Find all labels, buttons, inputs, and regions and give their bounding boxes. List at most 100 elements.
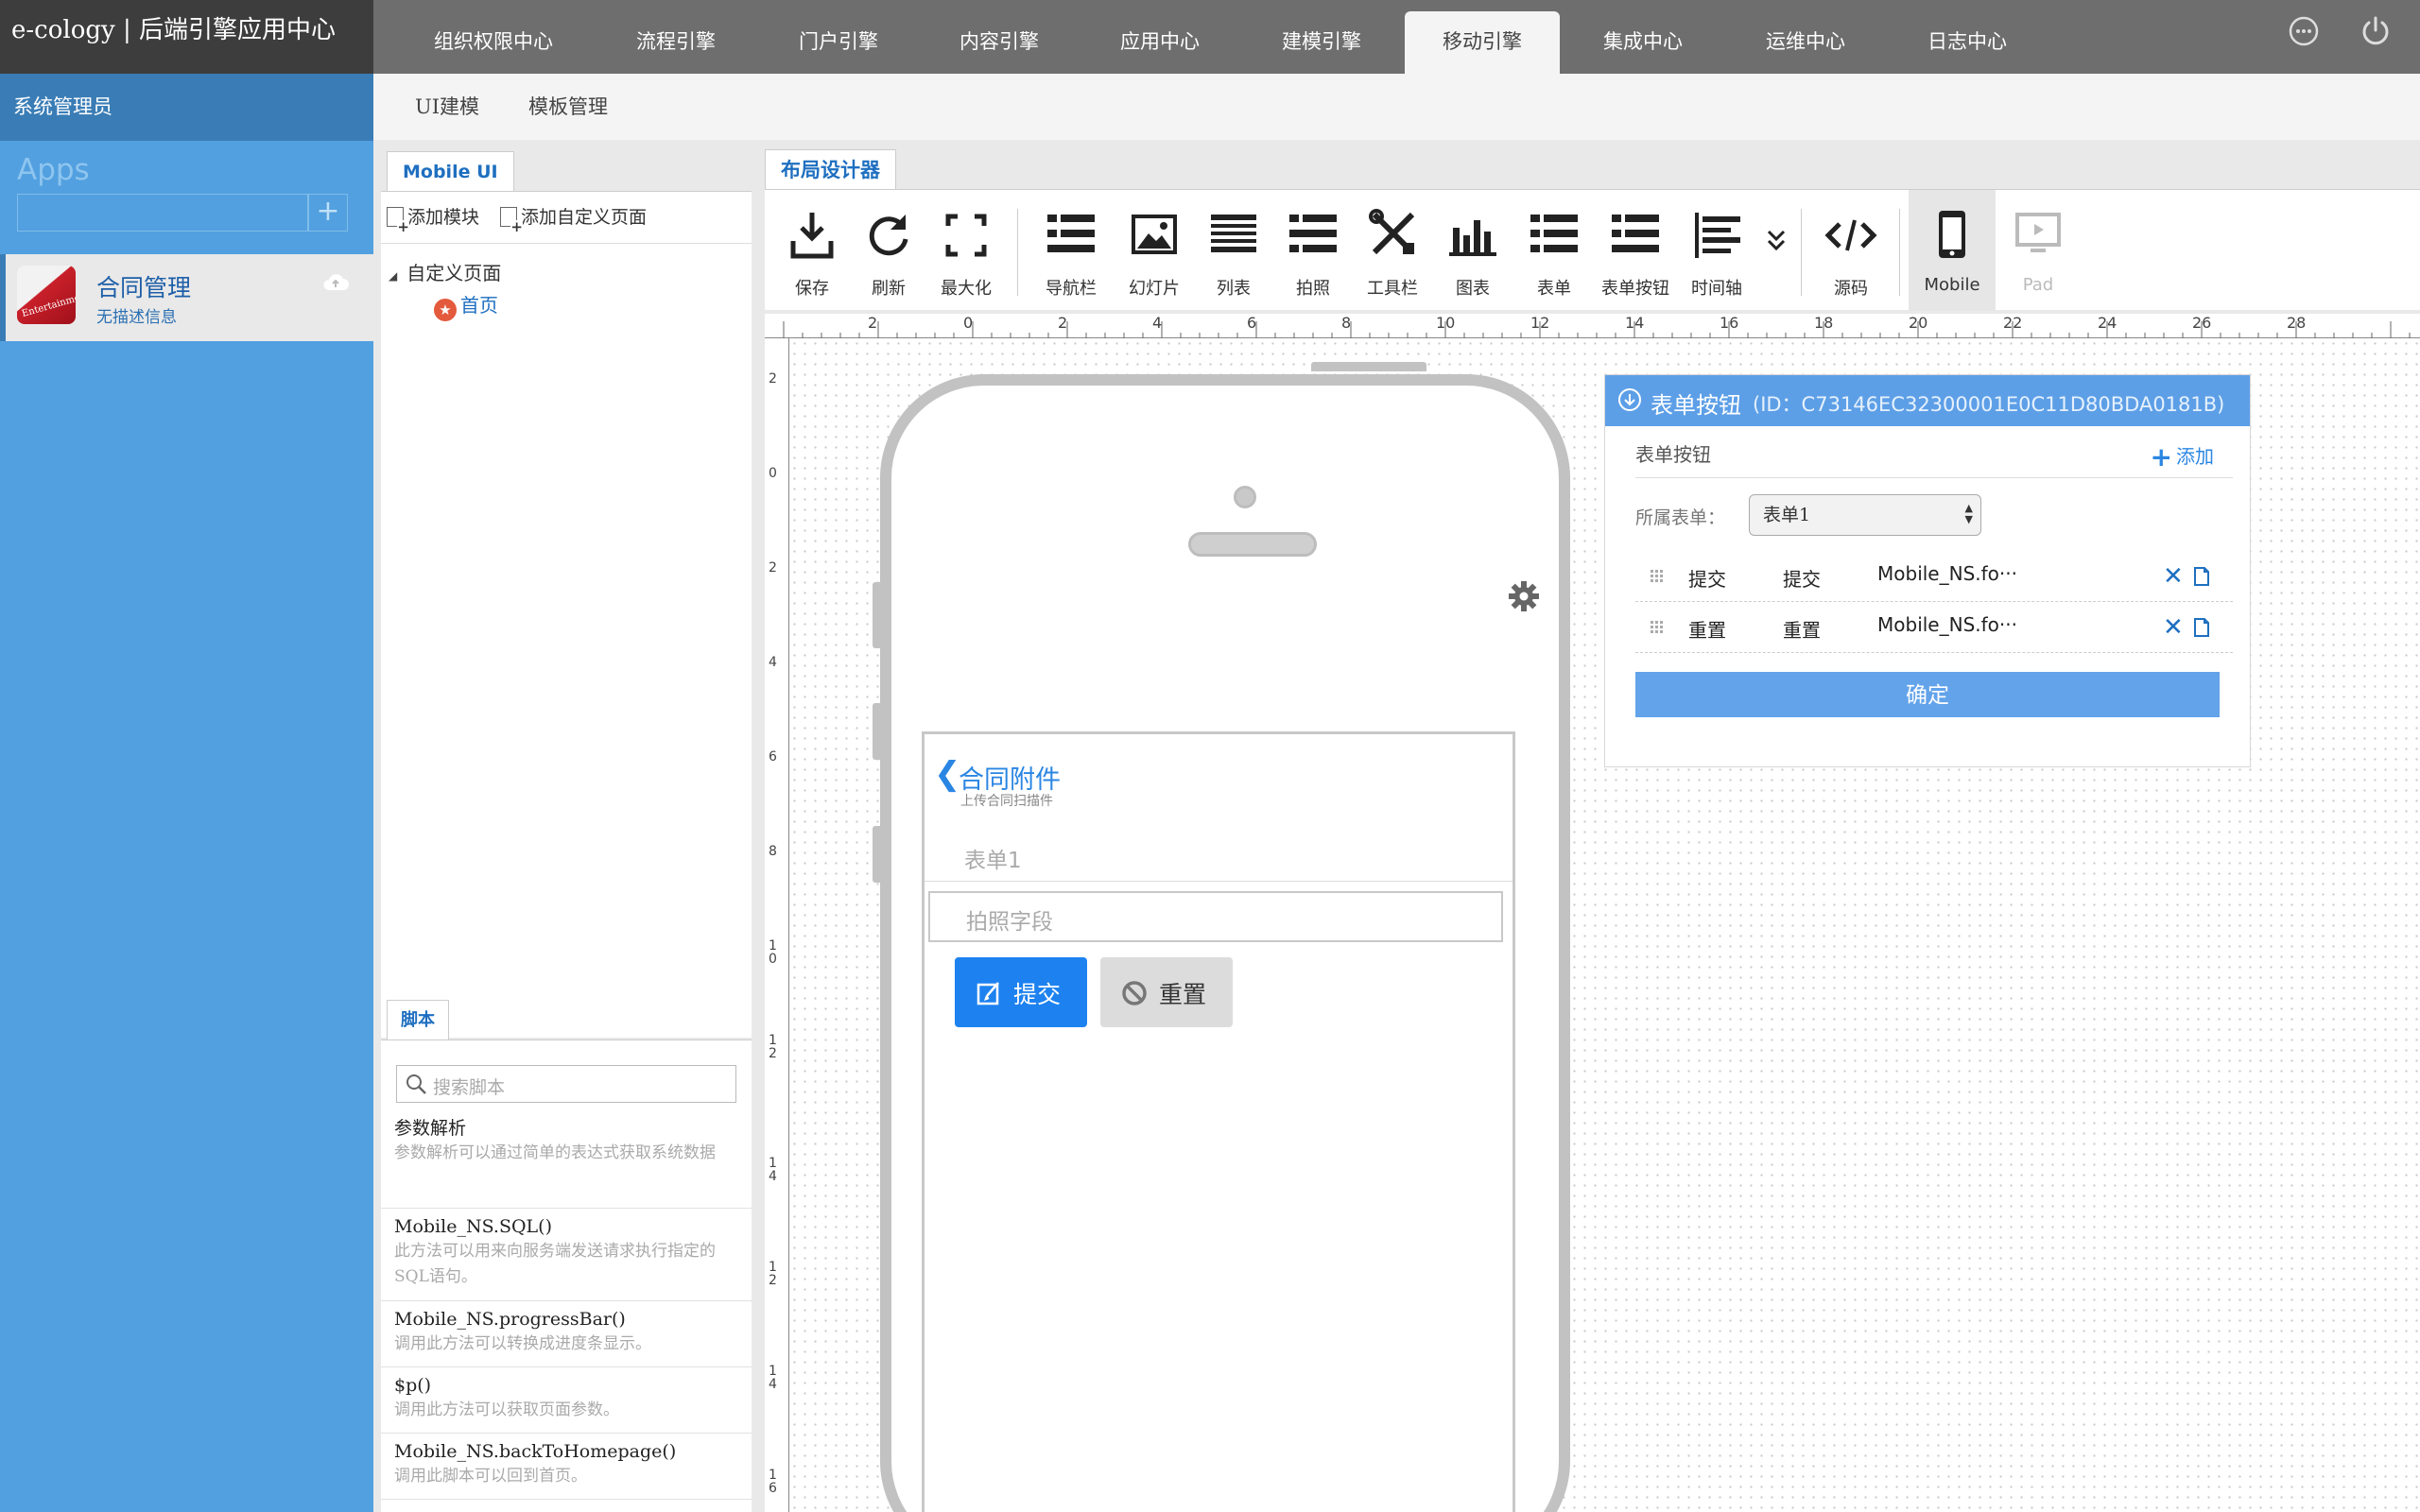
chart-component[interactable]: 图表 — [1432, 190, 1513, 311]
submit-button[interactable]: 提交 — [955, 957, 1087, 1027]
tree-node-home[interactable]: ★ 首页 — [434, 290, 498, 321]
refresh-button[interactable]: 刷新 — [850, 190, 927, 311]
design-canvas[interactable]: ❮ 合同附件 上传合同扫描件 表单1 拍照字段 提交 重置 表单按钮 (ID：C… — [789, 338, 2420, 1512]
form-icon — [1530, 215, 1578, 252]
nav-tab-portal[interactable]: 门户引擎 — [758, 11, 919, 74]
script-item[interactable]: Mobile_NS.backToHomepage() 调用此脚本可以回到首页。 — [381, 1434, 752, 1500]
device-mobile-button[interactable]: Mobile — [1909, 190, 1996, 311]
more-icon[interactable] — [2288, 15, 2320, 47]
drag-handle-icon[interactable] — [1649, 567, 1666, 584]
collapse-circle-icon[interactable] — [1616, 387, 1643, 413]
chevron-double-down-icon — [1767, 230, 1786, 251]
button-action[interactable]: Mobile_NS.fo··· — [1877, 613, 2017, 636]
divider — [381, 243, 752, 244]
horizontal-ruler: 2 0 2 4 6 8 10 12 14 16 18 20 22 24 26 2… — [765, 314, 2420, 338]
document-icon[interactable] — [2193, 617, 2210, 638]
confirm-button[interactable]: 确定 — [1635, 672, 2220, 717]
script-item[interactable]: Mobile_NS.progressBar() 调用此方法可以转换成进度条显示。 — [381, 1301, 752, 1367]
nav-tab-log[interactable]: 日志中心 — [1887, 11, 2048, 74]
add-page-icon — [500, 207, 523, 233]
nav-tab-ops[interactable]: 运维中心 — [1724, 11, 1887, 74]
phone-camera — [1234, 486, 1256, 508]
script-desc: 参数解析可以通过简单的表达式获取系统数据 — [394, 1143, 716, 1162]
button-action[interactable]: Mobile_NS.fo··· — [1877, 562, 2017, 585]
navbar-component[interactable]: 导航栏 — [1028, 190, 1115, 311]
app-icon: Entertainment — [17, 266, 76, 324]
nav-tab-integration[interactable]: 集成中心 — [1562, 11, 1724, 74]
screen-subtitle: 上传合同扫描件 — [960, 794, 1053, 809]
divider — [1635, 477, 2233, 478]
button-label[interactable]: 提交 — [1783, 564, 1821, 592]
app-item-contract[interactable]: Entertainment 合同管理 无描述信息 — [0, 254, 373, 341]
tab-layout-designer[interactable]: 布局设计器 — [765, 149, 896, 189]
nav-tab-workflow[interactable]: 流程引擎 — [596, 11, 756, 74]
form-component[interactable]: 表单 — [1513, 190, 1595, 311]
apps-search-input[interactable] — [17, 194, 308, 232]
gear-icon[interactable] — [1508, 580, 1540, 612]
script-item[interactable]: 参数解析 参数解析可以通过简单的表达式获取系统数据 — [381, 1116, 752, 1209]
add-module-button[interactable]: 添加模块 — [387, 203, 479, 233]
cloud-upload-icon[interactable] — [321, 271, 350, 292]
nav-tab-org[interactable]: 组织权限中心 — [406, 11, 580, 74]
script-item[interactable]: Mobile_NS.SQL() 此方法可以用来向服务端发送请求执行指定的SQL语… — [381, 1209, 752, 1301]
reset-button[interactable]: 重置 — [1100, 957, 1233, 1027]
script-search-input[interactable]: 搜索脚本 — [396, 1065, 736, 1103]
subtab-template[interactable]: 模板管理 — [528, 74, 608, 140]
designer-toolbar: 保存 刷新 最大化 导航栏 幻灯片 列表 拍照 工具栏 图表 表单 表单按钮 时… — [765, 189, 2420, 311]
mobile-phone-icon — [1939, 211, 1965, 258]
component-id: (ID：C73146EC32300001E0C11D80BDA0181B) — [1753, 393, 2225, 416]
photo-field[interactable]: 拍照字段 — [928, 891, 1503, 942]
form-header[interactable]: 表单1 — [925, 829, 1512, 882]
power-icon[interactable] — [2360, 15, 2392, 47]
mobile-ui-panel: Mobile UI 添加模块 添加自定义页面 ◢自定义页面 ★首页 脚本 搜索脚… — [373, 140, 752, 1512]
nav-tab-content[interactable]: 内容引擎 — [919, 11, 1080, 74]
add-custom-page-button[interactable]: 添加自定义页面 — [500, 203, 647, 233]
document-icon[interactable] — [2193, 566, 2210, 587]
button-name[interactable]: 重置 — [1688, 615, 1726, 643]
save-button[interactable]: 保存 — [774, 190, 850, 311]
phone-screen: ❮ 合同附件 上传合同扫描件 表单1 拍照字段 提交 重置 — [922, 731, 1515, 1512]
property-panel: 表单按钮 (ID：C73146EC32300001E0C11D80BDA0181… — [1604, 374, 2251, 767]
delete-icon[interactable]: ✕ — [2163, 613, 2184, 642]
list-component[interactable]: 列表 — [1194, 190, 1273, 311]
add-app-button[interactable]: + — [308, 194, 348, 232]
list-icon — [1211, 215, 1256, 252]
form-button-component[interactable]: 表单按钮 — [1595, 190, 1676, 311]
brand-title: e-cology | 后端引擎应用中心 — [0, 0, 373, 74]
top-bar: e-cology | 后端引擎应用中心 组织权限中心 流程引擎 门户引擎 内容引… — [0, 0, 2420, 74]
edit-icon — [977, 982, 999, 1005]
form-select[interactable]: 表单1 ▲ ▼ — [1749, 494, 1981, 536]
app-description: 无描述信息 — [96, 308, 177, 327]
subtab-ui-modeling[interactable]: UI建模 — [415, 74, 479, 140]
delete-icon[interactable]: ✕ — [2163, 562, 2184, 591]
script-item[interactable]: $p() 调用此方法可以获取页面参数。 — [381, 1367, 752, 1434]
toolbar-component[interactable]: 工具栏 — [1353, 190, 1432, 311]
add-button[interactable]: + 添加 — [2151, 441, 2214, 472]
maximize-button[interactable]: 最大化 — [927, 190, 1005, 311]
tab-mobile-ui[interactable]: Mobile UI — [387, 151, 514, 191]
tree-node-custom-pages[interactable]: ◢ 自定义页面 — [389, 258, 501, 285]
search-icon — [406, 1074, 426, 1094]
script-name: 参数解析 — [394, 1118, 467, 1139]
apps-title: Apps — [17, 153, 90, 187]
phone-power-button — [1311, 362, 1426, 371]
nav-tab-mobile[interactable]: 移动引擎 — [1405, 11, 1560, 74]
timeline-component[interactable]: 时间轴 — [1676, 190, 1757, 311]
collapse-triangle-icon[interactable]: ◢ — [389, 269, 397, 283]
back-arrow-icon[interactable]: ❮ — [934, 755, 961, 793]
source-code-button[interactable]: 源码 — [1808, 190, 1893, 311]
photo-component[interactable]: 拍照 — [1273, 190, 1353, 311]
button-name[interactable]: 提交 — [1688, 564, 1726, 592]
drag-handle-icon[interactable] — [1649, 618, 1666, 635]
section-title: 表单按钮 — [1635, 443, 1711, 466]
form-select-label: 所属表单： — [1635, 507, 1726, 528]
more-tools-button[interactable] — [1757, 190, 1795, 311]
tab-script[interactable]: 脚本 — [387, 1000, 449, 1040]
button-label[interactable]: 重置 — [1783, 615, 1821, 643]
slideshow-component[interactable]: 幻灯片 — [1115, 190, 1194, 311]
nav-tab-apps[interactable]: 应用中心 — [1080, 11, 1240, 74]
nav-tab-modeling[interactable]: 建模引擎 — [1240, 11, 1403, 74]
device-pad-button[interactable]: Pad — [1996, 190, 2081, 311]
toolbar-divider — [1801, 209, 1802, 296]
layout-designer: 布局设计器 保存 刷新 最大化 导航栏 幻灯片 列表 拍照 工具栏 图表 表单 … — [752, 140, 2420, 1512]
